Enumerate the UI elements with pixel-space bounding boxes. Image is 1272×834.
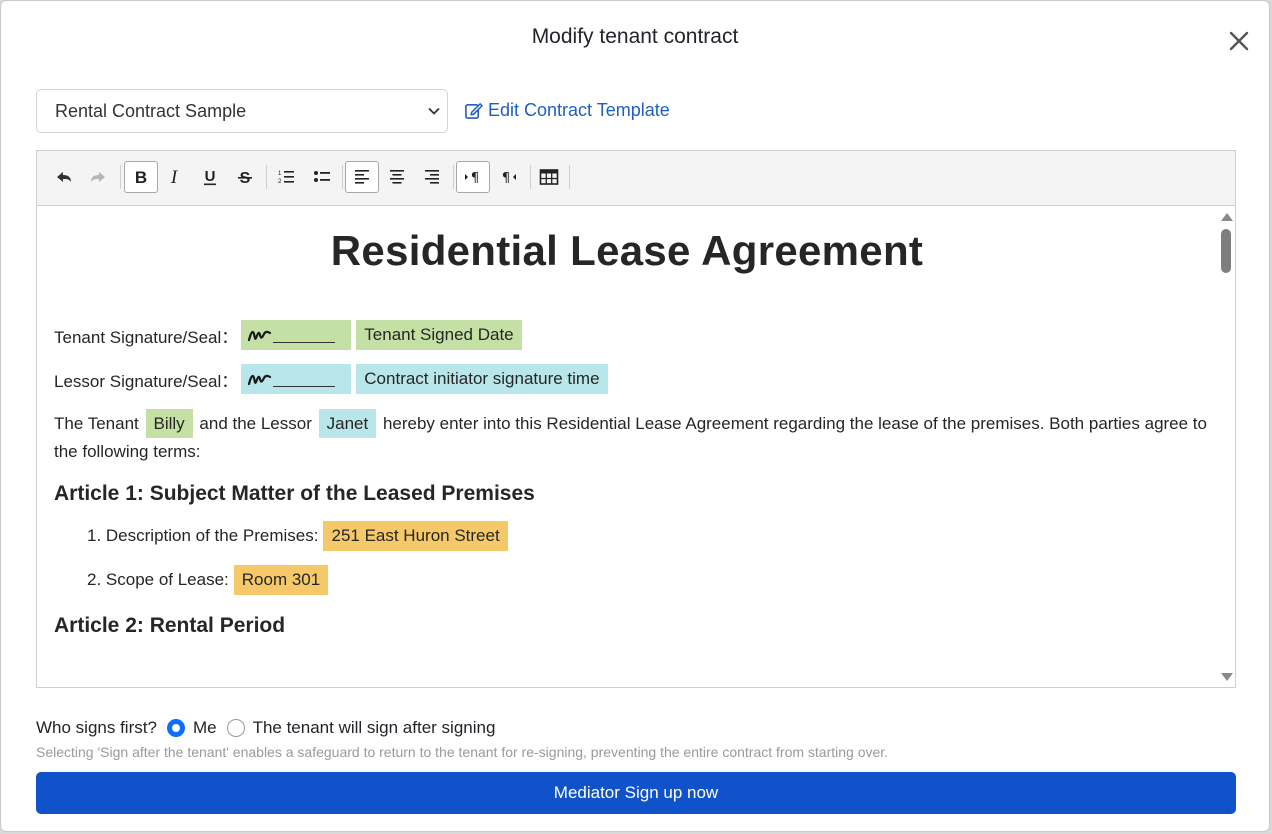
lessor-signature-label: Lessor Signature/Seal： (54, 371, 239, 391)
lessor-signature-row: Lessor Signature/Seal： Contract initiato… (54, 364, 608, 394)
rich-text-editor: B I U S 12 (36, 150, 1236, 688)
ordered-list-button[interactable]: 12 (269, 161, 303, 193)
rtl-button[interactable]: ¶ (491, 161, 525, 193)
who-signs-first: Who signs first? Me The tenant will sign… (36, 718, 495, 738)
tenant-signature-label: Tenant Signature/Seal： (54, 327, 239, 347)
italic-button[interactable]: I (157, 161, 191, 193)
signature-icon (248, 330, 272, 342)
signature-icon (248, 374, 272, 386)
edit-template-link[interactable]: Edit Contract Template (464, 100, 670, 121)
svg-text:I: I (170, 167, 179, 187)
bullet-list-icon (314, 171, 330, 182)
strikethrough-button[interactable]: S (228, 161, 262, 193)
signing-hint: Selecting 'Sign after the tenant' enable… (36, 744, 889, 760)
modal-title: Modify tenant contract (531, 25, 739, 48)
article-1-item-2: 2. Scope of Lease: Room 301 (87, 565, 329, 595)
lessor-name-field[interactable]: Janet (318, 409, 377, 438)
radio-me[interactable] (166, 719, 185, 737)
close-icon[interactable] (1225, 27, 1253, 55)
align-right-icon (425, 170, 439, 184)
tenant-signature-field[interactable] (241, 320, 352, 350)
article-1-item-1: 1. Description of the Premises: 251 East… (87, 521, 508, 551)
ordered-list-icon: 12 (278, 171, 294, 185)
who-signs-label: Who signs first? (36, 718, 157, 737)
chevron-down-icon (428, 107, 440, 115)
tenant-signed-date-field[interactable]: Tenant Signed Date (356, 320, 522, 350)
bullet-list-button[interactable] (305, 161, 339, 193)
table-button[interactable] (532, 161, 566, 193)
document-title: Residential Lease Agreement (330, 227, 924, 274)
item-1-label: 1. Description of the Premises: (87, 526, 319, 545)
svg-text:B: B (135, 168, 147, 187)
toolbar-separator (453, 165, 454, 189)
toolbar-separator (569, 165, 570, 189)
ltr-button[interactable]: ¶ (456, 161, 490, 193)
lease-scope-field[interactable]: Room 301 (233, 565, 329, 595)
radio-tenant-after-label[interactable]: The tenant will sign after signing (253, 718, 496, 738)
align-left-button[interactable] (345, 161, 379, 193)
bold-button[interactable]: B (124, 161, 158, 193)
redo-icon (91, 172, 105, 182)
align-right-button[interactable] (415, 161, 449, 193)
svg-text:1: 1 (278, 171, 282, 177)
article-1-heading: Article 1: Subject Matter of the Leased … (54, 482, 535, 505)
scroll-up-arrow-icon[interactable] (1221, 213, 1233, 221)
editor-content[interactable]: Residential Lease Agreement Tenant Signa… (37, 207, 1217, 687)
intro-text-1: The Tenant (54, 414, 139, 433)
initiator-signature-time-field[interactable]: Contract initiator signature time (356, 364, 608, 394)
scrollbar-thumb[interactable] (1221, 229, 1231, 273)
scroll-down-arrow-icon[interactable] (1221, 673, 1233, 681)
table-icon (539, 169, 559, 185)
toolbar-separator (120, 165, 121, 189)
template-select[interactable]: Rental Contract Sample (36, 89, 448, 133)
signature-underline (273, 371, 336, 387)
premises-description-field[interactable]: 251 East Huron Street (323, 521, 508, 551)
rtl-icon: ¶ (502, 171, 516, 186)
svg-text:2: 2 (278, 179, 282, 185)
align-center-icon (390, 170, 404, 184)
align-left-icon (355, 170, 369, 184)
signature-underline (273, 327, 336, 343)
underline-icon: U (204, 168, 216, 186)
intro-text-2: and the Lessor (199, 414, 312, 433)
edit-icon (465, 103, 483, 119)
template-select-value: Rental Contract Sample (55, 101, 247, 121)
mediator-sign-button[interactable]: Mediator Sign up now (36, 772, 1236, 814)
undo-button[interactable] (47, 161, 81, 193)
align-center-button[interactable] (380, 161, 414, 193)
svg-text:U: U (205, 168, 216, 185)
toolbar-separator (266, 165, 267, 189)
editor-toolbar: B I U S 12 (37, 151, 1235, 206)
radio-tenant-after[interactable] (226, 719, 245, 737)
intro-paragraph: The Tenant Billy and the Lessor Janet he… (54, 409, 1207, 465)
svg-text:¶: ¶ (502, 171, 510, 186)
editor-scrollbar[interactable] (1217, 207, 1235, 687)
strikethrough-icon: S (238, 170, 252, 187)
toolbar-separator (530, 165, 531, 189)
tenant-name-field[interactable]: Billy (145, 409, 193, 438)
radio-me-label[interactable]: Me (193, 718, 217, 738)
lessor-signature-field[interactable] (241, 364, 352, 394)
undo-icon (57, 172, 71, 182)
underline-button[interactable]: U (193, 161, 227, 193)
tenant-signature-row: Tenant Signature/Seal： Tenant Signed Dat… (54, 320, 522, 350)
svg-text:¶: ¶ (471, 171, 479, 186)
modal-dialog: Modify tenant contract Rental Contract S… (0, 0, 1270, 832)
edit-template-label: Edit Contract Template (488, 100, 670, 120)
redo-button[interactable] (81, 161, 115, 193)
toolbar-separator (342, 165, 343, 189)
ltr-icon: ¶ (465, 171, 479, 186)
article-2-heading: Article 2: Rental Period (54, 614, 286, 637)
italic-icon: I (170, 167, 179, 187)
bold-icon: B (135, 168, 147, 187)
item-2-label: 2. Scope of Lease: (87, 570, 229, 589)
